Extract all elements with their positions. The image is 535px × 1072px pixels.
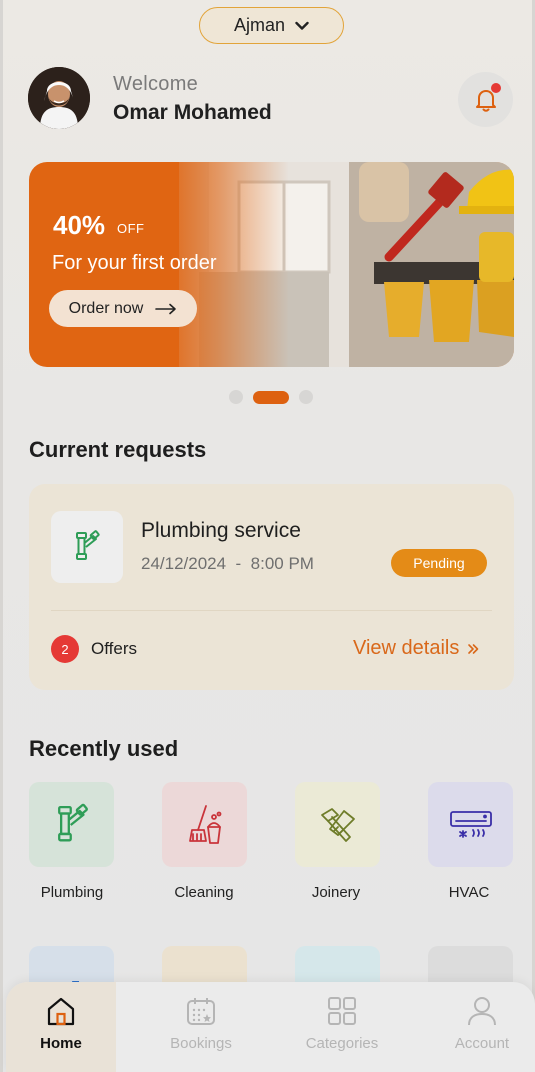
service-tile-joinery[interactable] [295,782,380,867]
service-label-hvac: HVAC [448,884,490,901]
nav-bookings[interactable]: Bookings [146,982,256,1072]
nav-bookings-label: Bookings [170,1035,232,1052]
location-selector[interactable]: Ajman [199,7,344,44]
nav-home-label: Home [40,1035,82,1052]
service-tile-cleaning[interactable] [162,782,247,867]
user-name: Omar Mohamed [113,101,272,124]
service-icon-box [51,511,123,583]
banner-subtitle: For your first order [52,252,217,274]
request-service-name: Plumbing service [141,519,301,542]
service-tile-hvac[interactable] [428,782,513,867]
service-tile-plumbing[interactable] [29,782,114,867]
nav-categories-label: Categories [305,1035,379,1052]
carousel-dot[interactable] [229,390,243,404]
nav-home[interactable]: Home [6,982,116,1072]
discount-percent: 40% [53,210,106,240]
nav-account[interactable]: Account [427,982,535,1072]
promo-banner[interactable]: 40% OFF For your first order Order now [29,162,514,367]
request-datetime: 24/12/2024 - 8:00 PM [141,554,314,573]
order-now-button[interactable]: Order now [49,290,197,327]
bottom-nav: Home Bookings Categories Account [6,982,535,1072]
avatar[interactable] [28,67,90,129]
status-badge: Pending [391,549,487,577]
home-icon [47,997,75,1026]
request-card[interactable]: Plumbing service 24/12/2024 - 8:00 PM Pe… [29,484,514,690]
offers-count-badge: 2 [51,635,79,663]
mop-bucket-icon [188,804,221,844]
app-screen: Ajman Welcome Omar Mohamed 40% OFF For y… [0,0,535,1072]
pipe-icon [76,530,100,560]
divider [51,610,492,611]
notification-dot [491,83,501,93]
user-icon [468,997,496,1026]
location-label: Ajman [233,15,286,35]
offers-label: Offers [91,639,137,658]
double-chevron-right-icon [468,643,479,654]
chevron-down-icon [295,21,309,30]
welcome-text: Welcome [113,73,199,95]
request-date: 24/12/2024 [141,554,227,573]
view-details-label: View details [353,637,460,659]
current-requests-title: Current requests [29,437,207,462]
carousel-dot[interactable] [299,390,313,404]
carousel-indicator [229,390,313,404]
carousel-dot-active[interactable] [253,390,289,404]
service-label-cleaning: Cleaning [174,884,234,901]
recently-used-title: Recently used [29,736,179,761]
grid-icon [328,997,356,1025]
air-conditioner-icon [449,810,492,838]
calendar-icon [187,998,215,1025]
nav-categories[interactable]: Categories [287,982,397,1072]
view-details-link[interactable]: View details [353,637,479,660]
discount-off-label: OFF [117,221,145,236]
service-label-joinery: Joinery [311,884,361,901]
pipe-icon [57,803,88,841]
nav-account-label: Account [454,1035,510,1052]
arrow-right-icon [155,303,177,314]
order-now-label: Order now [68,299,144,317]
saw-hammer-icon [320,807,355,842]
request-time: 8:00 PM [250,554,314,573]
notifications-button[interactable] [458,72,513,127]
service-label-plumbing: Plumbing [40,884,104,901]
